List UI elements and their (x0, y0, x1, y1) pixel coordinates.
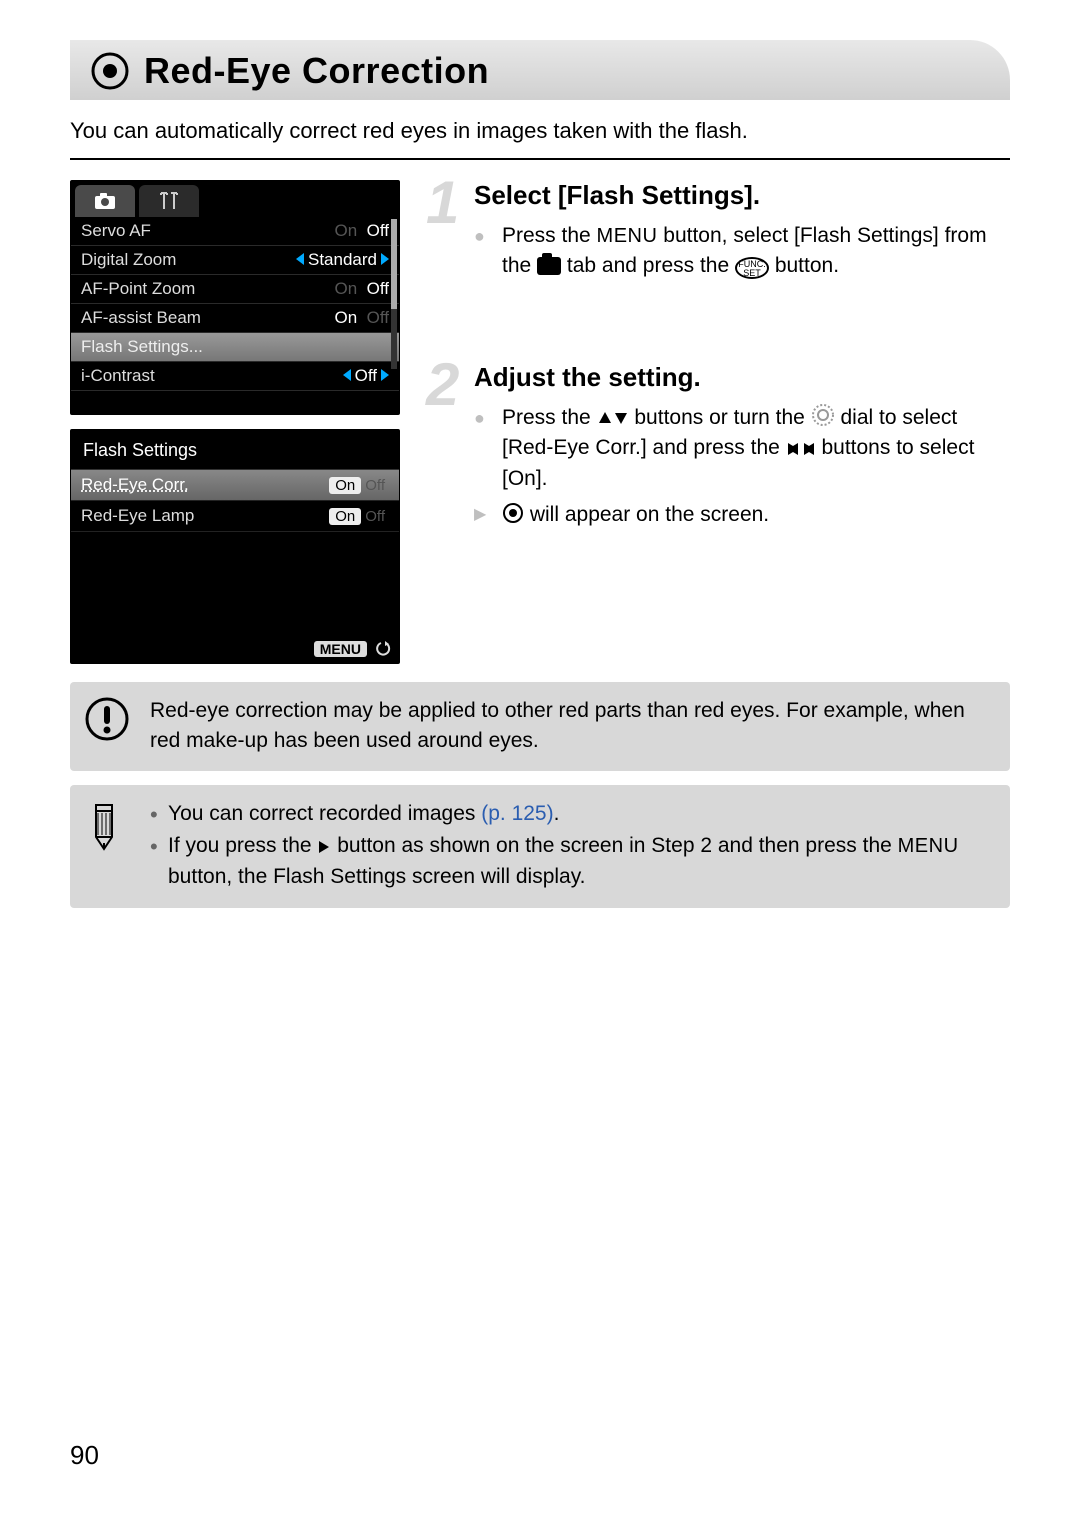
tools-tab-icon (139, 185, 199, 217)
step-number-2: 2 (426, 350, 459, 419)
menu-button-label: MENU (898, 835, 959, 857)
tip-1: You can correct recorded images (p. 125)… (150, 799, 992, 829)
camera-menu-screenshot-1: Servo AFOn OffDigital ZoomStandardAF-Poi… (70, 180, 400, 415)
tip-list: You can correct recorded images (p. 125)… (150, 799, 992, 892)
step-1: 1 Select [Flash Settings]. Press the MEN… (426, 180, 1010, 282)
step-2: 2 Adjust the setting. Press the buttons … (426, 362, 1010, 531)
left-right-buttons-icon (786, 441, 816, 457)
red-eye-icon (90, 51, 130, 91)
section-title: Red-Eye Correction (144, 50, 489, 92)
func-set-button-icon: FUNC.SET (735, 257, 769, 279)
menu-row: i-ContrastOff (71, 362, 399, 391)
red-eye-result-icon (502, 502, 524, 524)
step-1-text: Press the MENU button, select [Flash Set… (474, 221, 1010, 282)
step-2-line-2: will appear on the screen. (474, 500, 1010, 530)
right-button-icon (317, 839, 331, 855)
submenu-row: Red-Eye LampOn Off (71, 501, 399, 532)
control-dial-icon (811, 403, 835, 427)
warning-text: Red-eye correction may be applied to oth… (150, 699, 965, 752)
page-number: 90 (70, 1440, 99, 1471)
camera-tab-inline-icon (537, 257, 561, 275)
step-2-line-1: Press the buttons or turn the dial to se… (474, 403, 1010, 494)
warning-note: Red-eye correction may be applied to oth… (70, 682, 1010, 771)
submenu-row: Red-Eye Corr.On Off (71, 470, 399, 501)
up-down-buttons-icon (597, 409, 629, 427)
step-1-title: Select [Flash Settings]. (474, 180, 1010, 211)
menu-back-indicator: MENU (314, 641, 391, 657)
menu-row: Flash Settings... (71, 333, 399, 362)
step-2-title: Adjust the setting. (474, 362, 1010, 393)
intro-text: You can automatically correct red eyes i… (70, 118, 1010, 144)
page-ref-link[interactable]: (p. 125) (481, 802, 553, 825)
camera-menu-screenshot-2: Flash Settings Red-Eye Corr.On OffRed-Ey… (70, 429, 400, 664)
menu-button-label: MENU (597, 225, 658, 247)
menu-row: AF-assist BeamOn Off (71, 304, 399, 333)
menu-row: AF-Point ZoomOn Off (71, 275, 399, 304)
divider (70, 158, 1010, 160)
tip-note: You can correct recorded images (p. 125)… (70, 785, 1010, 908)
tip-2: If you press the button as shown on the … (150, 831, 992, 892)
pencil-icon (84, 799, 124, 851)
section-header: Red-Eye Correction (70, 40, 1010, 100)
menu-row: Servo AFOn Off (71, 217, 399, 246)
warning-icon (84, 696, 130, 742)
submenu-title: Flash Settings (71, 430, 399, 470)
menu-row: Digital ZoomStandard (71, 246, 399, 275)
camera-tab-icon (75, 185, 135, 217)
step-number-1: 1 (426, 168, 459, 237)
